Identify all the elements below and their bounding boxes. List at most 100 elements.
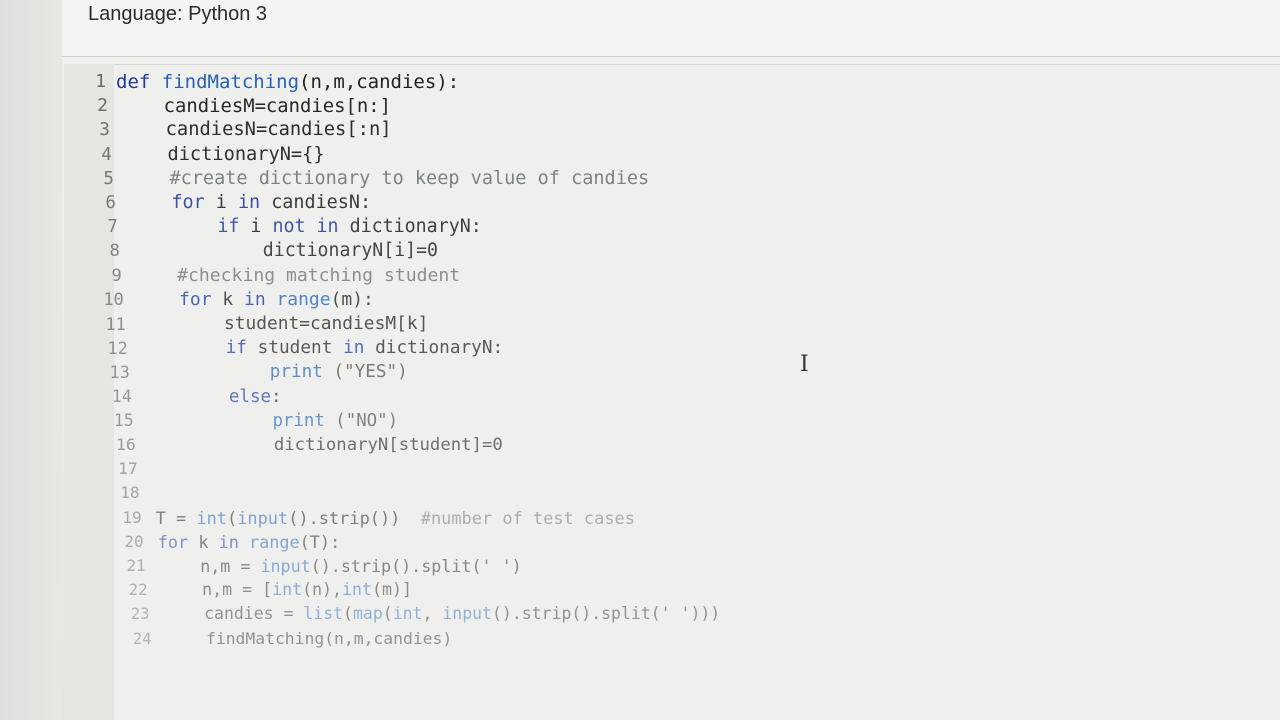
code-token: findMatching <box>161 71 300 93</box>
language-label[interactable]: Language: Python 3 <box>88 3 267 26</box>
code-token: T = <box>155 507 197 528</box>
code-token: , <box>422 604 443 624</box>
code-token: ("NO") <box>335 410 399 431</box>
code-line[interactable]: def findMatching(n,m,candies): <box>116 70 459 94</box>
code-line[interactable]: n,m = [int(n),int(m)] <box>162 578 412 602</box>
code-line[interactable]: student=candiesM[k] <box>138 312 428 336</box>
code-token: range <box>276 288 331 310</box>
code-line[interactable]: for k in range(T): <box>158 530 340 554</box>
code-line[interactable]: T = int(input().strip()) #number of test… <box>156 506 635 530</box>
code-token: k <box>222 288 244 310</box>
code-token: in <box>218 531 249 552</box>
text-cursor-icon: I <box>800 352 809 377</box>
code-token: student=candiesM[k] <box>224 313 429 334</box>
code-token: ( <box>343 604 353 624</box>
left-panel-edge <box>0 0 62 720</box>
line-number: 19 <box>122 507 142 527</box>
code-line[interactable]: for i in candiesN: <box>127 191 371 215</box>
code-line[interactable]: #checking matching student <box>134 264 461 288</box>
code-line[interactable]: print ("YES") <box>142 360 408 384</box>
code-token: int <box>392 604 423 624</box>
code-token: input <box>442 604 492 624</box>
code-token: print <box>272 410 336 431</box>
line-number: 3 <box>99 119 110 141</box>
code-line[interactable]: n,m = input().strip().split(' ') <box>160 554 522 578</box>
code-token: dictionaryN: <box>349 216 482 238</box>
code-line[interactable]: if student in dictionaryN: <box>140 336 504 360</box>
line-number: 21 <box>126 556 146 575</box>
line-number: 10 <box>103 289 124 310</box>
code-line[interactable]: for k in range(m): <box>136 288 374 312</box>
line-number: 2 <box>97 95 108 117</box>
code-token: dictionaryN[student]=0 <box>273 435 503 455</box>
code-line[interactable]: dictionaryN={} <box>123 143 325 167</box>
code-token: student <box>257 338 344 359</box>
code-token: if <box>225 338 258 359</box>
code-token: i <box>250 216 273 238</box>
code-token: ().strip().split(' ') <box>310 556 522 576</box>
code-token: candiesM=candies[n:] <box>163 95 391 118</box>
code-token: in <box>237 192 272 213</box>
code-token: candiesN: <box>271 192 372 213</box>
code-token: if <box>217 216 251 238</box>
line-number: 18 <box>120 483 140 503</box>
code-line[interactable]: dictionaryN[i]=0 <box>131 239 438 263</box>
code-token: else <box>228 386 272 407</box>
code-line[interactable]: print ("NO") <box>147 409 398 433</box>
line-number: 12 <box>107 338 128 359</box>
line-number: 8 <box>109 241 120 262</box>
line-number: 1 <box>95 71 106 92</box>
code-line[interactable]: dictionaryN[student]=0 <box>149 433 503 457</box>
code-token: k <box>198 531 219 552</box>
code-token: n,m = <box>200 556 261 576</box>
code-token: candies = <box>204 604 304 624</box>
line-number: 22 <box>128 580 148 600</box>
code-line[interactable]: else: <box>145 385 282 409</box>
code-line[interactable]: candiesN=candies[:n] <box>120 118 392 142</box>
code-line[interactable]: candies = list(map(int, input().strip().… <box>164 602 720 626</box>
code-line[interactable]: candiesM=candies[n:] <box>118 94 391 118</box>
code-token: ( <box>382 604 393 624</box>
line-number: 16 <box>115 435 136 454</box>
code-token: for <box>157 531 199 552</box>
code-token: int <box>272 580 303 600</box>
code-line[interactable]: findMatching(n,m,candies) <box>167 627 452 651</box>
code-line[interactable]: if i not in dictionaryN: <box>129 215 482 239</box>
code-token: for <box>179 288 223 310</box>
line-number: 5 <box>103 168 114 189</box>
code-token: candiesN=candies[:n] <box>165 119 392 141</box>
code-token: range <box>249 531 300 552</box>
code-token: #checking matching student <box>177 264 461 286</box>
code-token: ("YES") <box>333 362 408 383</box>
code-line[interactable]: #create dictionary to keep value of cand… <box>125 167 649 191</box>
code-token: (n), <box>302 580 343 600</box>
code-token: #number of test cases <box>420 507 635 528</box>
line-number: 14 <box>111 386 132 406</box>
code-token: (m)] <box>372 580 412 600</box>
code-token: #create dictionary to keep value of cand… <box>169 167 650 189</box>
code-token: int <box>342 580 373 600</box>
line-number: 13 <box>109 362 130 383</box>
line-number: 7 <box>107 217 118 238</box>
code-token: ().strip()) <box>288 507 421 528</box>
code-token: ().strip().split(' '))) <box>491 604 721 624</box>
code-token: (m): <box>330 288 374 310</box>
code-token: dictionaryN[i]=0 <box>262 240 438 262</box>
code-token: dictionaryN={} <box>167 143 325 165</box>
line-number: 17 <box>118 459 138 479</box>
code-token: int <box>196 507 227 528</box>
